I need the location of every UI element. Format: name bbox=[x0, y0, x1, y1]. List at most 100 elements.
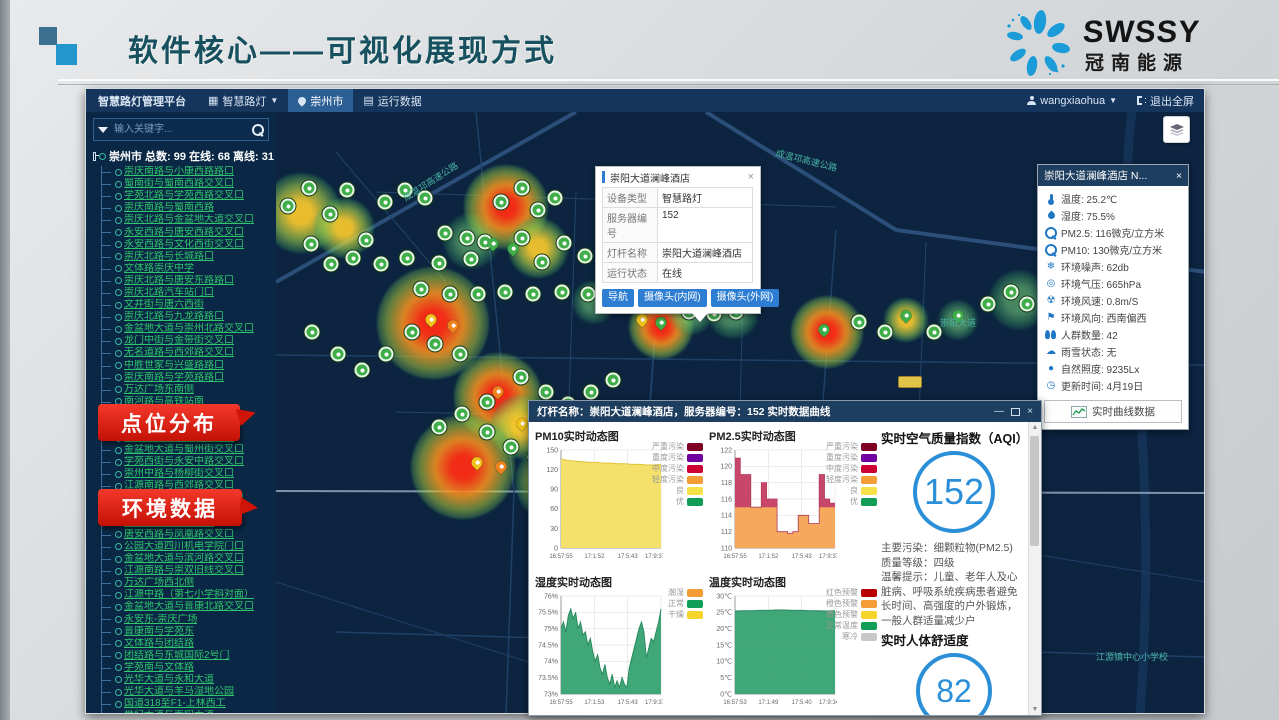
streetlamp-marker[interactable] bbox=[584, 385, 599, 400]
restore-icon[interactable] bbox=[1011, 408, 1020, 416]
streetlamp-marker[interactable] bbox=[346, 251, 361, 266]
close-icon[interactable]: × bbox=[748, 171, 754, 183]
tree-node[interactable]: 唐安西路与凤凰路交叉口 bbox=[102, 529, 276, 541]
streetlamp-marker[interactable] bbox=[480, 425, 495, 440]
close-icon[interactable]: × bbox=[1027, 406, 1033, 417]
filter-icon[interactable] bbox=[98, 127, 108, 133]
tree-node[interactable]: 文体路与团结路 bbox=[102, 638, 276, 650]
streetlamp-marker[interactable] bbox=[281, 199, 296, 214]
streetlamp-marker[interactable] bbox=[323, 207, 338, 222]
streetlamp-marker[interactable] bbox=[480, 395, 495, 410]
streetlamp-marker[interactable] bbox=[555, 285, 570, 300]
realtime-curve-button[interactable]: 实时曲线数据 bbox=[1044, 400, 1182, 423]
streetlamp-marker[interactable] bbox=[428, 337, 443, 352]
streetlamp-marker[interactable] bbox=[414, 282, 429, 297]
tree-node[interactable]: 学苑西街与永安中路交叉口 bbox=[102, 456, 276, 468]
streetlamp-marker[interactable] bbox=[340, 183, 355, 198]
tree-node[interactable]: 崇庆北路与九龙路路口 bbox=[102, 311, 276, 323]
tree-node[interactable]: 崇庆北路汽车站门口 bbox=[102, 287, 276, 299]
streetlamp-marker[interactable] bbox=[355, 363, 370, 378]
streetlamp-marker[interactable] bbox=[305, 325, 320, 340]
tree-node[interactable]: 崇庆南路与小康西路路口 bbox=[102, 166, 276, 178]
tree-node[interactable]: 晋康南与学苑东 bbox=[102, 626, 276, 638]
streetlamp-marker[interactable] bbox=[578, 249, 593, 264]
streetlamp-marker[interactable] bbox=[494, 195, 509, 210]
tree-node[interactable]: 万达广场东南侧 bbox=[102, 384, 276, 396]
streetlamp-marker[interactable] bbox=[453, 347, 468, 362]
tree-node[interactable]: 光华大道与羊马湿地公园 bbox=[102, 686, 276, 698]
scrollbar[interactable]: ▲ ▼ bbox=[1028, 422, 1041, 715]
camera-internal-button[interactable]: 摄像头(内网) bbox=[638, 289, 707, 307]
tree-node[interactable]: 崇庆北路与金盆地大道交叉口 bbox=[102, 214, 276, 226]
streetlamp-marker[interactable] bbox=[359, 233, 374, 248]
streetlamp-marker[interactable] bbox=[1020, 297, 1035, 312]
streetlamp-marker[interactable] bbox=[374, 257, 389, 272]
streetlamp-marker[interactable] bbox=[302, 181, 317, 196]
streetlamp-marker[interactable] bbox=[331, 347, 346, 362]
tree-node[interactable]: 永安东-崇庆广场 bbox=[102, 613, 276, 625]
streetlamp-marker[interactable] bbox=[504, 440, 519, 455]
streetlamp-marker[interactable] bbox=[557, 236, 572, 251]
tree-node[interactable]: 学苑北路与学苑西路交叉口 bbox=[102, 190, 276, 202]
tree-node[interactable]: 江源中路（第七小学斜对面） bbox=[102, 589, 276, 601]
tree-node[interactable]: 公园大道四川机电学院门口 bbox=[102, 541, 276, 553]
tree-node[interactable]: 崇庆南路与学苑路路口 bbox=[102, 372, 276, 384]
tree-node[interactable]: 崇州中路与杨柳街交叉口 bbox=[102, 468, 276, 480]
tree-node[interactable]: 金盆地大道与晋康北路交叉口 bbox=[102, 601, 276, 613]
search-icon[interactable] bbox=[252, 124, 264, 136]
scroll-down-icon[interactable]: ▼ bbox=[1029, 706, 1041, 713]
tree-node[interactable]: 国道318至F1-上林西工 bbox=[102, 698, 276, 710]
streetlamp-marker[interactable] bbox=[606, 373, 621, 388]
navigate-button[interactable]: 导航 bbox=[602, 289, 634, 307]
tree-node[interactable]: 崇庆北路与唐安东路路口 bbox=[102, 275, 276, 287]
tree-collapse-icon[interactable] bbox=[93, 152, 96, 161]
close-icon[interactable]: × bbox=[1176, 170, 1182, 182]
minimize-icon[interactable]: — bbox=[994, 406, 1004, 417]
streetlamp-marker[interactable] bbox=[878, 325, 893, 340]
nav-item-city[interactable]: 崇州市 bbox=[288, 89, 353, 112]
tree-node[interactable]: 无名道路与西郊路交叉口 bbox=[102, 347, 276, 359]
streetlamp-marker[interactable] bbox=[378, 195, 393, 210]
search-bar[interactable] bbox=[93, 118, 269, 141]
streetlamp-marker[interactable] bbox=[526, 287, 541, 302]
streetlamp-marker[interactable] bbox=[581, 287, 596, 302]
tree-node[interactable]: 团结路与东城国际2号门 bbox=[102, 650, 276, 662]
streetlamp-marker[interactable] bbox=[515, 231, 530, 246]
tree-node[interactable]: 中胜世家与兴盛路路口 bbox=[102, 360, 276, 372]
streetlamp-marker[interactable] bbox=[460, 231, 475, 246]
tree-node[interactable]: 学苑南与文体路 bbox=[102, 662, 276, 674]
streetlamp-marker[interactable] bbox=[498, 285, 513, 300]
tree-node[interactable]: 蜀南街与蜀南西路交叉口 bbox=[102, 178, 276, 190]
streetlamp-marker[interactable] bbox=[405, 325, 420, 340]
streetlamp-marker[interactable] bbox=[432, 420, 447, 435]
tree-root-node[interactable]: 崇州市 总数: 99 在线: 68 离线: 31 bbox=[86, 145, 276, 166]
streetlamp-marker[interactable] bbox=[535, 255, 550, 270]
streetlamp-marker[interactable] bbox=[464, 252, 479, 267]
tree-node[interactable]: 光华大道与永和大道 bbox=[102, 674, 276, 686]
streetlamp-marker[interactable] bbox=[539, 385, 554, 400]
tree-node[interactable]: 金盆地大道与滨河路交叉口 bbox=[102, 553, 276, 565]
streetlamp-marker[interactable] bbox=[443, 287, 458, 302]
streetlamp-marker[interactable] bbox=[852, 315, 867, 330]
realtime-window-titlebar[interactable]: 灯杆名称：崇阳大道澜峰酒店，服务器编号：152 实时数据曲线 — × bbox=[529, 401, 1041, 422]
search-input[interactable] bbox=[112, 123, 248, 136]
streetlamp-marker[interactable] bbox=[515, 181, 530, 196]
streetlamp-marker[interactable] bbox=[379, 347, 394, 362]
tree-node[interactable]: 金盆地大道与崇州北路交叉口 bbox=[102, 323, 276, 335]
streetlamp-marker[interactable] bbox=[304, 237, 319, 252]
streetlamp-marker[interactable] bbox=[400, 251, 415, 266]
tree-node[interactable]: 万达广场西北侧 bbox=[102, 577, 276, 589]
streetlamp-marker[interactable] bbox=[455, 407, 470, 422]
tree-node[interactable]: 永安西路与唐安西路交叉口 bbox=[102, 226, 276, 238]
tree-node[interactable]: 崇庆南路与蜀南西路 bbox=[102, 202, 276, 214]
streetlamp-marker[interactable] bbox=[324, 257, 339, 272]
scroll-up-icon[interactable]: ▲ bbox=[1029, 424, 1041, 431]
nav-item-run-data[interactable]: ▤ 运行数据 bbox=[353, 89, 431, 112]
tree-node[interactable]: 崇庆北路与长城路口 bbox=[102, 251, 276, 263]
nav-item-smart-lamp[interactable]: ▦ 智慧路灯 ▼ bbox=[198, 89, 288, 112]
exit-fullscreen-button[interactable]: 退出全屏 bbox=[1127, 89, 1204, 112]
tree-node[interactable]: 世纪大道与崇阳大道 bbox=[102, 710, 276, 713]
scrollbar-thumb[interactable] bbox=[1030, 436, 1039, 546]
tree-node[interactable]: 永安西路与文化西街交叉口 bbox=[102, 239, 276, 251]
streetlamp-marker[interactable] bbox=[1004, 285, 1019, 300]
